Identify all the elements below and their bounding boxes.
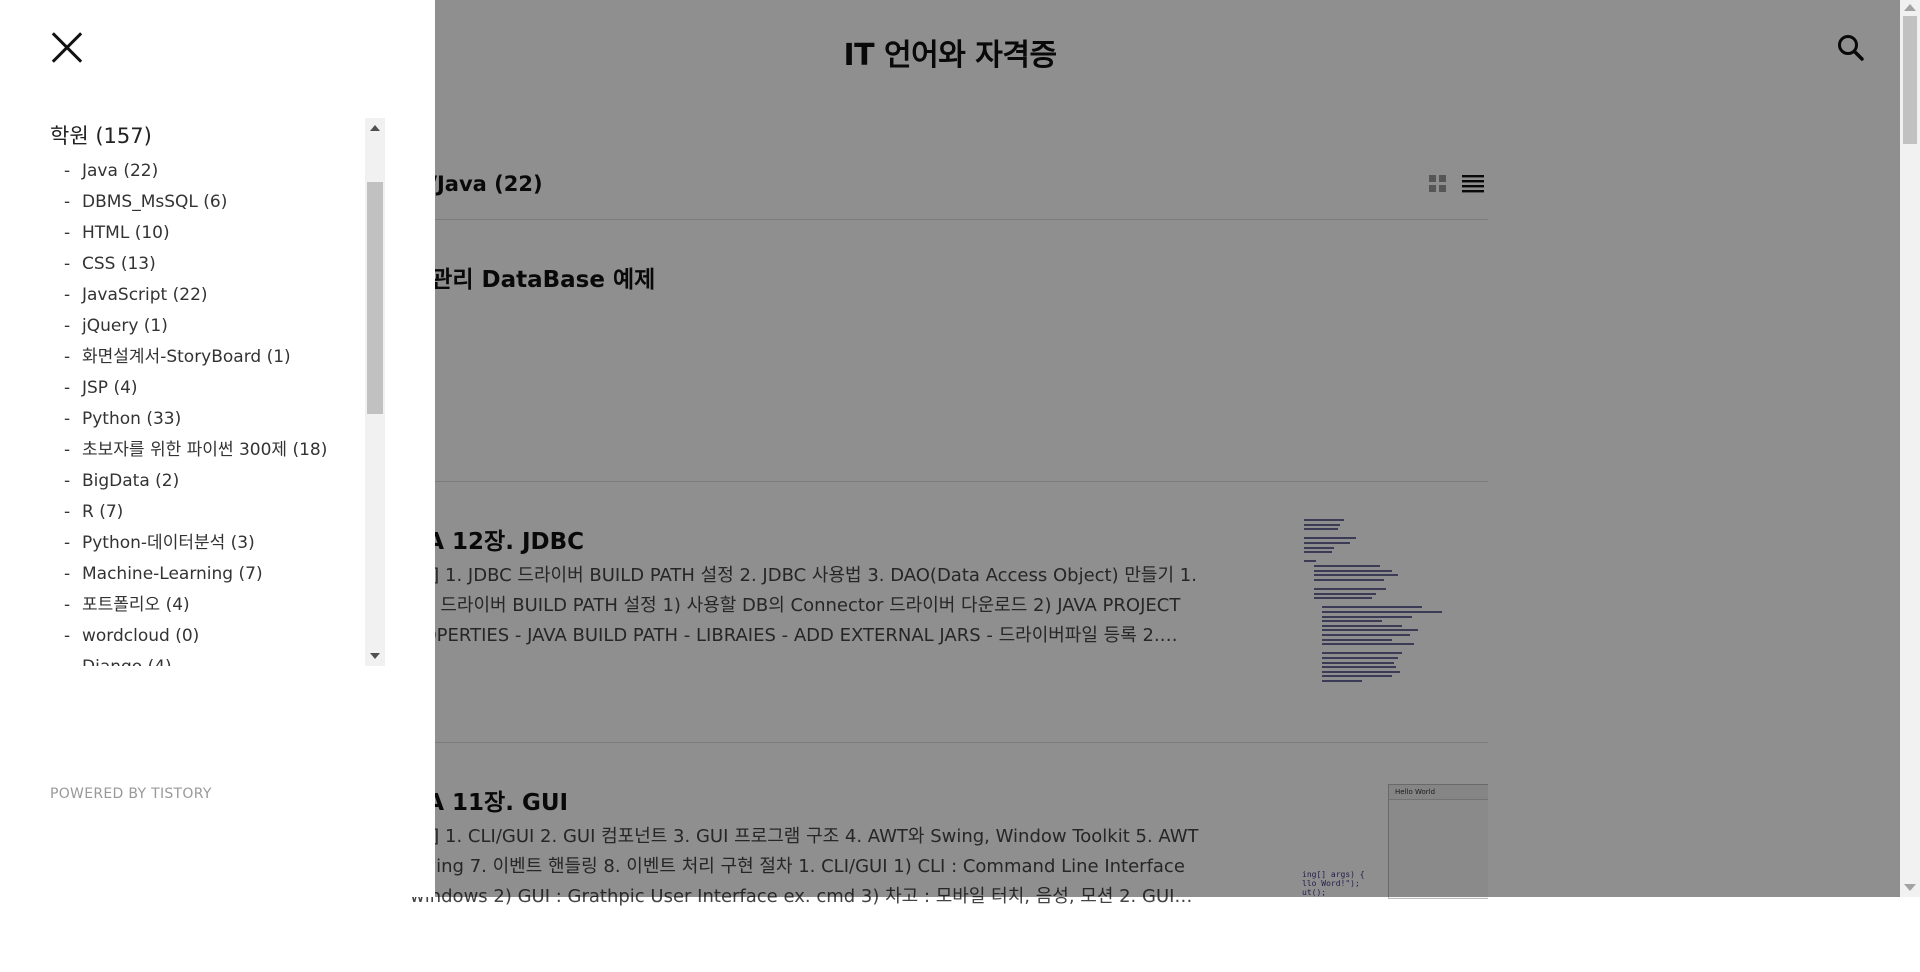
category-label: CSS (13) bbox=[82, 254, 156, 274]
side-menu: 학원 (157) - Java (22) - DBMS_MsSQL (6) - HTML … bbox=[0, 0, 435, 897]
category-label: Python (33) bbox=[82, 409, 182, 429]
category-label: DBMS_MsSQL (6) bbox=[82, 192, 228, 212]
category-label: 초보자를 위한 파이썬 300제 (18) bbox=[82, 440, 328, 460]
category-item[interactable]: - Python (33) bbox=[50, 404, 387, 435]
dash-marker: - bbox=[64, 285, 71, 305]
dash-marker: - bbox=[64, 626, 71, 646]
dash-marker: - bbox=[64, 378, 71, 398]
category-item[interactable]: - Machine-Learning (7) bbox=[50, 559, 387, 590]
category-item[interactable]: -R (7) bbox=[50, 497, 387, 528]
category-label: BigData (2) bbox=[82, 471, 180, 491]
dash-marker: - bbox=[64, 652, 82, 666]
category-list: 학원 (157) - Java (22) - DBMS_MsSQL (6) - HTML … bbox=[50, 116, 387, 666]
dash-marker: - bbox=[64, 502, 71, 522]
category-item[interactable]: -Django (4) bbox=[50, 652, 387, 666]
dash-marker: - bbox=[64, 471, 71, 491]
category-item[interactable]: - Java (22) bbox=[50, 156, 387, 187]
menu-scroll-thumb[interactable] bbox=[367, 182, 383, 414]
scroll-up-arrow-icon[interactable] bbox=[1904, 4, 1916, 11]
category-label: 포트폴리오 (4) bbox=[82, 595, 190, 615]
scroll-down-arrow-icon[interactable] bbox=[1904, 884, 1916, 891]
dash-marker: - bbox=[64, 223, 71, 243]
dash-marker: - bbox=[64, 192, 71, 212]
category-item[interactable]: - 초보자를 위한 파이썬 300제 (18) bbox=[50, 435, 387, 466]
category-label: wordcloud (0) bbox=[82, 626, 200, 646]
dash-marker: - bbox=[64, 564, 71, 584]
category-item[interactable]: - Python-데이터분석 (3) bbox=[50, 528, 387, 559]
category-item[interactable]: - JSP (4) bbox=[50, 373, 387, 404]
dash-marker: - bbox=[64, 161, 71, 181]
category-item[interactable]: - 화면설계서-StoryBoard (1) bbox=[50, 342, 387, 373]
category-item[interactable]: - HTML (10) bbox=[50, 218, 387, 249]
category-item[interactable]: - JavaScript (22) bbox=[50, 280, 387, 311]
dash-marker: - bbox=[64, 595, 71, 615]
category-item[interactable]: - CSS (13) bbox=[50, 249, 387, 280]
category-label: JavaScript (22) bbox=[82, 285, 208, 305]
category-item[interactable]: - jQuery (1) bbox=[50, 311, 387, 342]
dash-marker: - bbox=[64, 533, 71, 553]
category-item[interactable]: - 포트폴리오 (4) bbox=[50, 590, 387, 621]
category-label: Machine-Learning (7) bbox=[82, 564, 263, 584]
category-item[interactable]: - DBMS_MsSQL (6) bbox=[50, 187, 387, 218]
dash-marker: - bbox=[64, 409, 71, 429]
dash-marker: - bbox=[64, 347, 71, 367]
category-label: JSP (4) bbox=[82, 378, 138, 398]
category-label: R (7) bbox=[82, 502, 124, 522]
scroll-up-arrow-icon[interactable] bbox=[370, 125, 380, 131]
category-item[interactable]: - BigData (2) bbox=[50, 466, 387, 497]
category-label: Django (4) bbox=[82, 657, 172, 666]
scroll-down-arrow-icon[interactable] bbox=[370, 653, 380, 659]
dash-marker: - bbox=[64, 316, 71, 336]
page-scroll-thumb[interactable] bbox=[1903, 16, 1917, 144]
category-root[interactable]: 학원 (157) bbox=[50, 116, 387, 156]
category-item[interactable]: - wordcloud (0) bbox=[50, 621, 387, 652]
category-label: Python-데이터분석 (3) bbox=[82, 533, 255, 553]
category-label: 화면설계서-StoryBoard (1) bbox=[82, 347, 291, 367]
close-icon[interactable] bbox=[50, 30, 84, 64]
category-label: HTML (10) bbox=[82, 223, 170, 243]
category-label: Java (22) bbox=[82, 161, 159, 181]
dash-marker: - bbox=[64, 254, 71, 274]
category-items: - Java (22) - DBMS_MsSQL (6) - HTML (10) - CSS … bbox=[50, 156, 387, 666]
category-label: jQuery (1) bbox=[82, 316, 168, 336]
dash-marker: - bbox=[64, 440, 71, 460]
powered-by-label: POWERED BY TISTORY bbox=[50, 786, 212, 802]
